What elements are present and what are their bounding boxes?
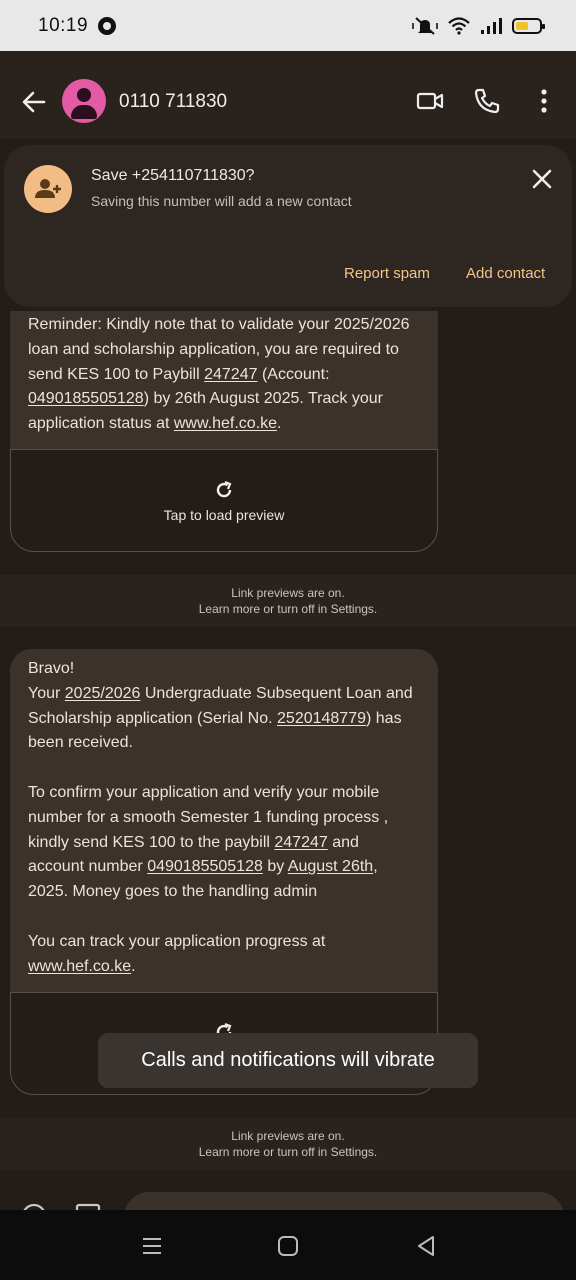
add-contact-button[interactable]: Add contact [466, 265, 545, 282]
add-attachment-icon[interactable] [20, 1202, 48, 1210]
banner-subtitle: Saving this number will add a new contac… [91, 193, 352, 209]
refresh-icon [216, 480, 232, 498]
contact-title[interactable]: 0110 711830 [119, 91, 227, 113]
recent-apps-icon[interactable] [140, 1234, 164, 1258]
status-time: 10:19 [38, 14, 89, 36]
message-bubble[interactable]: Reminder: Kindly note that to validate y… [10, 311, 438, 449]
wifi-icon [448, 16, 470, 35]
vibrate-toast: Calls and notifications will vibrate [98, 1033, 478, 1088]
date-link[interactable]: August 26th [288, 858, 373, 875]
year-link[interactable]: 2025/2026 [65, 685, 141, 702]
signal-icon [481, 17, 502, 34]
gallery-icon[interactable] [74, 1202, 102, 1210]
back-nav-icon[interactable] [414, 1234, 438, 1258]
person-icon [77, 88, 91, 102]
more-options-icon[interactable] [530, 87, 558, 115]
link-preview-note[interactable]: Link previews are on. Learn more or turn… [0, 575, 576, 627]
home-icon[interactable] [276, 1234, 300, 1258]
battery-icon [512, 17, 545, 34]
compose-bar [0, 1172, 576, 1210]
system-navigation-bar [0, 1210, 576, 1280]
account-number-link[interactable]: 0490185505128 [147, 858, 263, 875]
contact-avatar[interactable] [62, 79, 106, 123]
report-spam-button[interactable]: Report spam [344, 265, 430, 282]
close-icon[interactable] [528, 165, 556, 193]
phone-call-icon[interactable] [473, 87, 501, 115]
tap-to-load-preview: Tap to load preview [163, 507, 285, 523]
whatsapp-notification-icon [98, 16, 117, 35]
account-number-link[interactable]: 0490185505128 [28, 390, 144, 407]
vibrate-icon [412, 16, 438, 35]
save-contact-banner: Save +254110711830? Saving this number w… [4, 145, 572, 307]
link-preview-card[interactable]: Tap to load preview [10, 449, 438, 552]
message-input[interactable] [124, 1192, 564, 1210]
conversation-app-bar: 0110 711830 [0, 51, 576, 139]
serial-number-link[interactable]: 2520148779 [277, 710, 366, 727]
website-link[interactable]: www.hef.co.ke [28, 958, 131, 975]
status-bar: 10:19 [0, 0, 576, 51]
video-call-icon[interactable] [416, 87, 444, 115]
status-icons [412, 16, 545, 36]
message-bubble[interactable]: Bravo! Your 2025/2026 Undergraduate Subs… [10, 649, 438, 993]
paybill-link[interactable]: 247247 [204, 366, 257, 383]
banner-title: Save +254110711830? [91, 167, 255, 184]
link-preview-note[interactable]: Link previews are on. Learn more or turn… [0, 1118, 576, 1170]
website-link[interactable]: www.hef.co.ke [174, 415, 277, 432]
add-person-icon [24, 165, 72, 213]
paybill-link[interactable]: 247247 [274, 834, 327, 851]
back-arrow-icon[interactable] [20, 88, 48, 116]
